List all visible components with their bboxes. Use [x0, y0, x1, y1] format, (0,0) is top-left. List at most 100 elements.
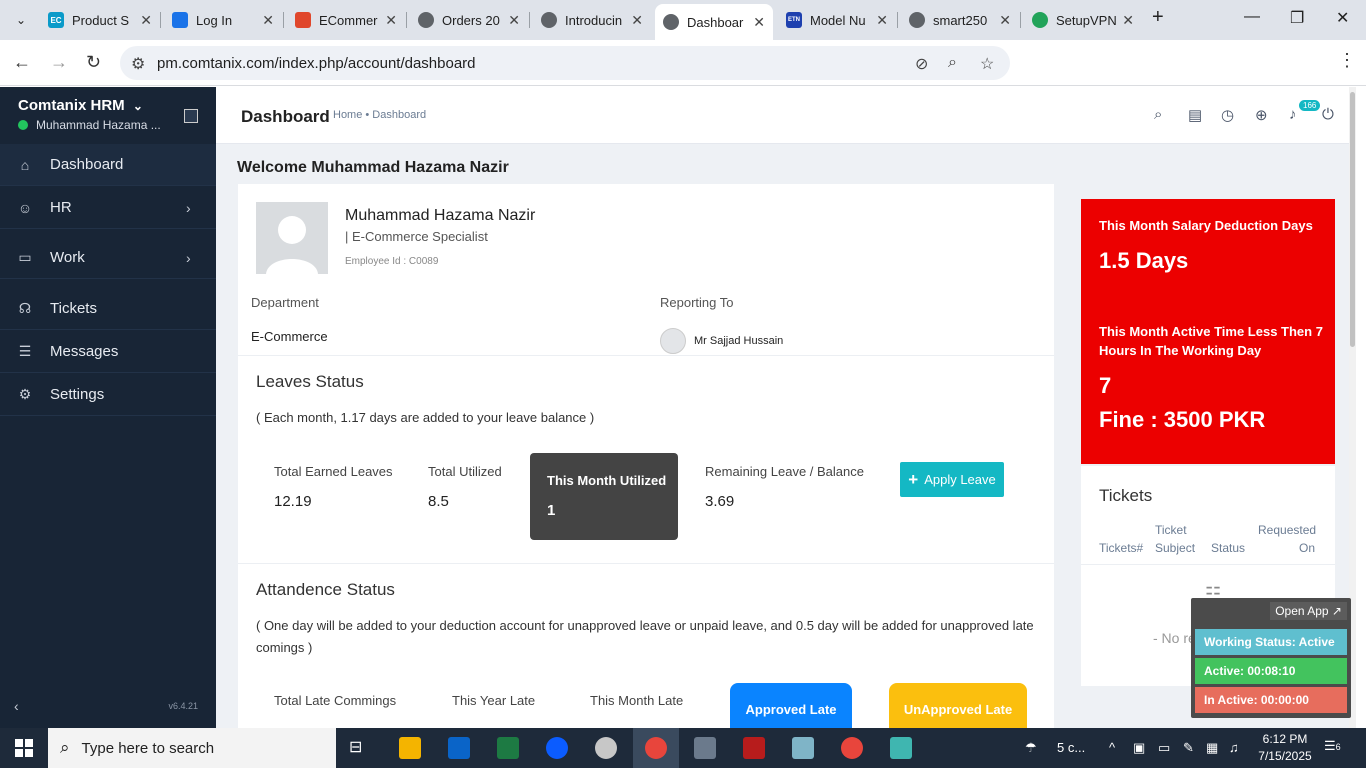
collapse-sidebar-icon[interactable]: ‹	[14, 698, 19, 714]
tracking-off-icon[interactable]: ⊘	[915, 54, 928, 74]
site-info-icon[interactable]: ⚙	[131, 54, 145, 74]
clock-icon[interactable]: ◷	[1221, 106, 1234, 124]
close-icon[interactable]: ✕	[876, 12, 888, 29]
bookmark-star-icon[interactable]: ☆	[980, 54, 994, 74]
month-utilized-value: 1	[547, 502, 556, 519]
close-icon[interactable]: ✕	[753, 14, 765, 31]
online-status-icon	[18, 120, 28, 130]
search-icon[interactable]: ⌕	[1154, 106, 1162, 123]
tab-introducing[interactable]: Introducin ✕	[533, 6, 651, 34]
menu-dots-icon[interactable]: ⋮	[1338, 50, 1356, 71]
tab-model-number[interactable]: ETN Model Nu ✕	[778, 6, 896, 34]
weather-text[interactable]: 5 c...	[1057, 740, 1085, 755]
sidebar-item-messages[interactable]: ☰ Messages	[0, 331, 216, 373]
user-silhouette-icon	[266, 216, 318, 274]
ecommerce-favicon-icon	[295, 12, 311, 28]
notification-center-icon[interactable]: ☰6	[1324, 738, 1341, 754]
sidebar-item-dashboard[interactable]: ⌂ Dashboard	[0, 144, 216, 186]
battery-icon[interactable]: ▭	[1158, 740, 1170, 756]
chrome-icon[interactable]	[645, 737, 667, 759]
tab-product[interactable]: EC Product S ✕	[40, 6, 160, 34]
power-icon[interactable]: ⏻	[1322, 106, 1334, 123]
filezilla-icon[interactable]	[743, 737, 765, 759]
sidebar-item-work[interactable]: ▭ Work ›	[0, 237, 216, 279]
chevron-up-icon[interactable]: ^	[1109, 740, 1115, 755]
notes-app-icon[interactable]	[792, 737, 814, 759]
notes-icon[interactable]: ▤	[1188, 106, 1202, 124]
col-requested-top: Requested	[1258, 523, 1317, 537]
url-text[interactable]: pm.comtanix.com/index.php/account/dashbo…	[157, 55, 476, 72]
network-icon[interactable]: ▦	[1206, 740, 1218, 756]
month-late-label: This Month Late	[590, 693, 684, 708]
volume-icon[interactable]: ♫	[1229, 740, 1239, 755]
sidebar-item-settings[interactable]: ⚙ Settings	[0, 374, 216, 416]
tab-label: Model Nu	[810, 12, 866, 28]
page-favicon-icon	[541, 12, 557, 28]
chrome-profile-icon[interactable]	[841, 737, 863, 759]
close-window-icon[interactable]: ✕	[1336, 8, 1349, 28]
close-icon[interactable]: ✕	[262, 12, 274, 29]
url-bar[interactable]: ⚙ pm.comtanix.com/index.php/account/dash…	[120, 46, 1010, 80]
zoom-app-icon[interactable]	[546, 737, 568, 759]
new-tab-icon[interactable]: +	[1152, 6, 1164, 29]
scrollbar-thumb[interactable]	[1350, 92, 1355, 347]
month-utilized-box: This Month Utilized 1	[530, 453, 678, 540]
etn-favicon-icon: ETN	[786, 12, 802, 28]
forward-icon[interactable]: →	[50, 52, 68, 73]
calculator-icon[interactable]	[694, 737, 716, 759]
user-name: Muhammad Hazama ...	[36, 118, 161, 132]
pen-icon[interactable]: ✎	[1183, 740, 1194, 756]
excel-icon[interactable]	[497, 737, 519, 759]
minimize-icon[interactable]: —	[1244, 8, 1260, 26]
close-icon[interactable]: ✕	[631, 12, 643, 29]
sidebar-item-tickets[interactable]: ☊ Tickets	[0, 288, 216, 330]
apply-leave-button[interactable]: + Apply Leave	[900, 462, 1004, 497]
zoom-icon[interactable]: ⌕	[948, 54, 957, 72]
reporting-value[interactable]: Mr Sajjad Hussain	[694, 335, 783, 347]
clock-time: 6:12 PM	[1262, 732, 1308, 746]
tab-search-button[interactable]: ⌄	[4, 6, 38, 34]
add-circle-icon[interactable]: ⊕	[1255, 106, 1268, 124]
sidebar-item-label: Dashboard	[50, 156, 124, 173]
file-explorer-icon[interactable]	[399, 737, 421, 759]
system-clock[interactable]: 6:12 PM 7/15/2025	[1254, 731, 1316, 765]
breadcrumb[interactable]: Home • Dashboard	[333, 109, 426, 121]
task-view-icon[interactable]: ⊟	[349, 737, 371, 759]
taskbar-search-input[interactable]: ⌕ Type here to search	[48, 728, 336, 768]
reporting-label: Reporting To	[660, 295, 734, 310]
app-icon[interactable]	[890, 737, 912, 759]
tray-app-icon[interactable]: ▣	[1133, 740, 1145, 756]
chevron-right-icon: ›	[186, 199, 191, 216]
work-status-widget: Open App ↗ Working Status: Active Active…	[1191, 598, 1351, 718]
back-icon[interactable]: ←	[13, 52, 31, 73]
year-late-label: This Year Late	[452, 693, 536, 708]
outlook-icon[interactable]	[448, 737, 470, 759]
sidebar-item-hr[interactable]: ☺ HR ›	[0, 187, 216, 229]
active-timer: Active: 00:08:10	[1195, 658, 1347, 684]
tab-login[interactable]: Log In ✕	[164, 6, 282, 34]
close-icon[interactable]: ✕	[1122, 12, 1134, 29]
close-icon[interactable]: ✕	[140, 12, 152, 29]
paint-app-icon[interactable]	[595, 737, 617, 759]
tab-ecommerce[interactable]: ECommer ✕	[287, 6, 405, 34]
open-app-button[interactable]: Open App ↗	[1270, 602, 1347, 620]
tab-dashboard[interactable]: Dashboar ✕	[655, 4, 773, 40]
tab-orders[interactable]: Orders 20 ✕	[410, 6, 528, 34]
unapproved-late-card[interactable]: UnApproved Late	[889, 683, 1027, 728]
close-icon[interactable]: ✕	[385, 12, 397, 29]
tab-smart[interactable]: smart250 ✕	[901, 6, 1019, 34]
current-user: Muhammad Hazama ...	[18, 118, 161, 132]
brand-title[interactable]: Comtanix HRM ⌄	[18, 97, 143, 114]
inactive-timer: In Active: 00:00:00	[1195, 687, 1347, 713]
attendance-title: Attandence Status	[256, 580, 395, 599]
bell-icon[interactable]: ♪	[1289, 106, 1297, 123]
weather-icon[interactable]: ☂	[1025, 740, 1037, 756]
tab-setupvpn[interactable]: SetupVPN ✕	[1024, 6, 1142, 34]
close-icon[interactable]: ✕	[508, 12, 520, 29]
restore-icon[interactable]: ❐	[1290, 8, 1304, 28]
close-icon[interactable]: ✕	[999, 12, 1011, 29]
windows-start-icon[interactable]	[15, 739, 33, 757]
reload-icon[interactable]: ↻	[86, 52, 101, 73]
tab-label: ECommer	[319, 12, 378, 28]
approved-late-card[interactable]: Approved Late	[730, 683, 852, 728]
